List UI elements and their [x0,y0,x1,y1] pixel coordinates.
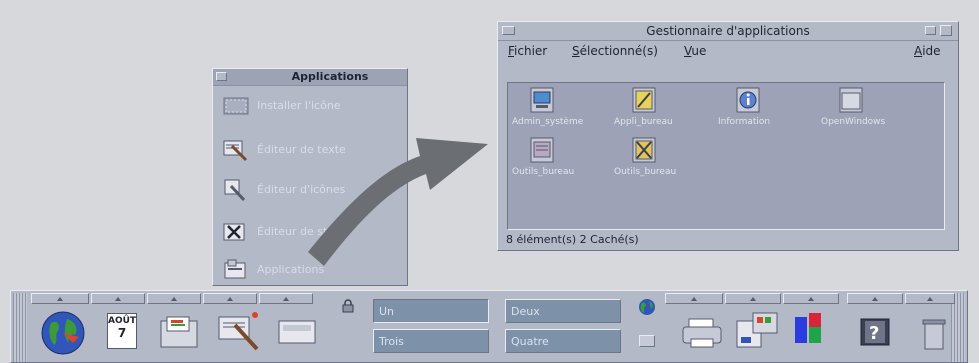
app-group-label: Outils_bureau [614,167,677,177]
curved-arrow [308,138,488,266]
app-group-label: Outils_bureau [512,167,575,177]
app-group-openwindows[interactable]: OpenWindows [821,87,917,133]
calendar-icon[interactable]: AOÛT 7 [107,313,137,349]
window-menu-button[interactable] [216,72,227,81]
menu-label: électionné(s) [579,44,658,58]
desktop-tools-2-icon [632,137,656,163]
subpanel-tab-calendar[interactable] [91,293,145,304]
minimize-button[interactable] [925,26,936,35]
help-icon[interactable]: ? [859,315,893,349]
menu-label: ichier [514,44,548,58]
maximize-button[interactable] [940,25,952,36]
subpanel-tab-tools[interactable] [725,293,781,304]
subpanel-tab-applications[interactable] [203,293,257,304]
lock-icon[interactable] [341,299,355,313]
folder-icon [839,87,863,113]
subpanel-item-install-icon[interactable]: Installer l'icône [219,93,403,119]
subpanel-tab-links[interactable] [31,293,89,304]
app-manager-title: Gestionnaire d'applications [646,24,810,38]
palette-blue-icon [795,317,807,343]
menu-aide[interactable]: Aide [914,44,941,58]
front-panel-left-handle[interactable] [13,293,27,362]
globe-icon[interactable] [39,309,87,357]
subpanel-tab-printers[interactable] [665,293,723,304]
app-group-outils-bureau[interactable]: Outils_bureau [512,137,608,183]
palette-red-icon [809,313,821,327]
mnemonic: S [572,44,580,58]
app-manager-icon [224,259,246,279]
mnemonic: A [914,44,923,58]
subpanel-tab-files[interactable] [147,293,201,304]
style-manager-icon[interactable] [735,311,781,351]
workspace-label: Trois [379,335,404,348]
menu-bar: Fichier Sélectionné(s) Vue Aide [498,41,958,61]
front-panel: AOÛT 7 Un Deux Trois Quatre ? [10,290,968,363]
app-groups-view: Admin_système Appli_bureau Information O… [507,82,945,230]
menu-fichier[interactable]: Fichier [508,44,547,58]
app-group-outils-bureau-2[interactable]: Outils_bureau [614,137,710,183]
subpanel-tab-style[interactable] [783,293,839,304]
app-group-appli-bureau[interactable]: Appli_bureau [614,87,710,133]
app-group-label: OpenWindows [821,117,886,127]
menu-selectionne[interactable]: Sélectionné(s) [572,44,658,58]
app-group-admin-systeme[interactable]: Admin_système [512,87,608,133]
menu-label: ide [922,44,941,58]
app-manager-titlebar[interactable]: Gestionnaire d'applications [498,22,958,41]
workspace-label: Deux [511,305,540,318]
text-editor-icon [223,140,248,162]
menu-label: ue [691,44,707,58]
workspace-button-4[interactable]: Quatre [505,329,621,353]
subpanel-title: Applications [291,70,369,83]
subpanel-titlebar[interactable]: Applications [213,69,407,86]
subpanel-tab-mail[interactable] [259,293,313,304]
file-manager-icon[interactable] [159,315,201,349]
app-group-label: Appli_bureau [614,117,673,127]
icon-editor-icon [224,179,246,202]
menu-vue[interactable]: Vue [684,44,706,58]
app-group-information[interactable]: Information [718,87,814,133]
workspace-button-1[interactable]: Un [373,299,489,323]
workspace-button-3[interactable]: Trois [373,329,489,353]
printer-icon[interactable] [681,315,723,351]
app-group-label: Information [718,117,771,127]
text-editor-icon[interactable] [217,311,261,351]
calendar-month: AOÛT [108,316,137,326]
small-globe-icon[interactable] [637,297,657,317]
subpanel-tab-help[interactable] [847,293,903,304]
calendar-day: 7 [117,326,127,340]
mail-icon[interactable] [277,317,317,347]
desktop-apps-icon [632,87,656,113]
svg-text:?: ? [869,323,879,344]
workspace-label: Un [379,305,395,318]
app-group-label: Admin_système [512,117,584,127]
subpanel-tab-trash[interactable] [905,293,955,304]
subpanel-item-label: Installer l'icône [257,99,341,112]
style-editor-icon [223,223,245,241]
workspace-button-2[interactable]: Deux [505,299,621,323]
workspace-label: Quatre [511,335,549,348]
drop-zone-icon [223,97,249,115]
palette-green-icon[interactable] [809,327,821,343]
monitor-icon [530,87,554,113]
exit-button[interactable] [639,335,655,347]
trash-icon[interactable] [921,317,947,351]
info-icon [736,87,760,113]
status-bar: 8 élément(s) 2 Caché(s) [506,233,639,246]
app-manager-window: Gestionnaire d'applications Fichier Séle… [497,21,959,251]
desktop-tools-icon [530,137,554,163]
